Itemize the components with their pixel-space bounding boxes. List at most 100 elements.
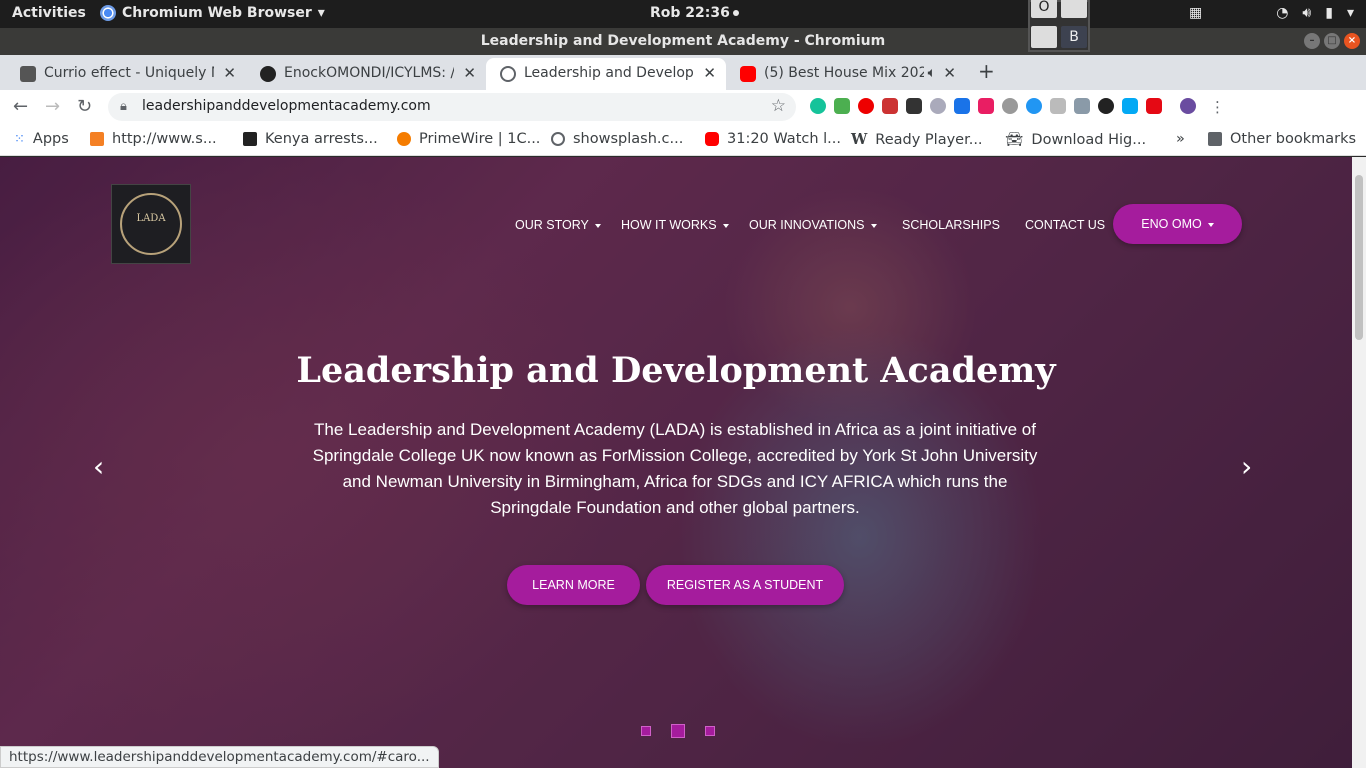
url-text[interactable]: leadershipanddevelopmentacademy.com xyxy=(142,98,431,114)
bookmark-item[interactable]: showsplash.c... xyxy=(551,131,683,147)
globe-icon xyxy=(500,66,516,82)
carousel-prev-icon[interactable]: ‹ xyxy=(93,450,104,483)
other-bookmarks[interactable]: Other bookmarks xyxy=(1208,131,1356,147)
bookmark-apps[interactable]: ⁙ Apps xyxy=(14,131,69,147)
bookmark-item[interactable]: W Ready Player... xyxy=(851,131,983,148)
bookmark-item[interactable]: PrimeWire | 1C... xyxy=(397,131,540,147)
bookmark-item[interactable]: 🚘︎ Download Hig... xyxy=(1005,131,1147,149)
gnome-top-bar: Activities Chromium Web Browser ▾ Rob 22… xyxy=(0,0,1366,28)
window-title: Leadership and Development Academy - Chr… xyxy=(480,33,886,49)
grammarly-icon[interactable] xyxy=(810,98,826,114)
carousel-indicator[interactable] xyxy=(641,726,651,736)
back-icon[interactable]: ← xyxy=(13,96,28,117)
forward-icon[interactable]: → xyxy=(45,96,60,117)
user-menu-button[interactable]: ENO OMO xyxy=(1113,204,1242,244)
chromium-icon xyxy=(100,5,116,21)
extension-icon[interactable] xyxy=(954,98,970,114)
bookmark-item[interactable]: 31:20 Watch l... xyxy=(705,131,841,147)
workspace-4[interactable]: B xyxy=(1061,26,1087,48)
stackoverflow-icon xyxy=(90,132,104,146)
bookmark-label: Kenya arrests... xyxy=(265,131,378,147)
new-tab-button[interactable]: + xyxy=(978,59,995,83)
bookmark-star-icon[interactable]: ☆ xyxy=(771,96,786,116)
bookmark-item[interactable]: http://www.s... xyxy=(90,131,217,147)
extension-icon[interactable] xyxy=(858,98,874,114)
extension-icon[interactable] xyxy=(906,98,922,114)
link-status-bar: https://www.leadershipanddevelopmentacad… xyxy=(0,746,439,768)
workspace-switcher[interactable]: O B xyxy=(1028,0,1090,52)
reload-icon[interactable]: ↻ xyxy=(77,96,92,117)
curio-icon xyxy=(20,66,36,82)
lock-icon[interactable]: 🔒︎ xyxy=(120,99,127,114)
tab-youtube[interactable]: (5) Best House Mix 202 🔈︎ ✕ xyxy=(726,58,966,90)
carousel-indicators xyxy=(641,724,715,738)
workspace-grid-icon[interactable]: ▦ xyxy=(1189,5,1202,21)
hero-title: Leadership and Development Academy xyxy=(296,350,1056,391)
primewire-icon xyxy=(397,132,411,146)
carousel-indicator[interactable] xyxy=(705,726,715,736)
site-logo[interactable]: LADA xyxy=(111,184,191,264)
workspace-1[interactable]: O xyxy=(1031,0,1057,18)
clock[interactable]: Rob 22:36 xyxy=(650,5,739,21)
bbc-icon xyxy=(243,132,257,146)
close-tab-icon[interactable]: ✕ xyxy=(223,58,236,88)
more-bookmarks-icon[interactable]: » xyxy=(1176,131,1185,147)
bookmarks-bar: ⁙ Apps http://www.s... Kenya arrests... … xyxy=(0,124,1366,156)
extension-icon[interactable] xyxy=(1026,98,1042,114)
notification-dot-icon xyxy=(732,10,739,16)
activities-button[interactable]: Activities xyxy=(12,5,86,21)
tab-github[interactable]: EnockOMONDI/ICYLMS: / ✕ xyxy=(246,58,486,90)
extension-icon[interactable] xyxy=(978,98,994,114)
tab-curio[interactable]: Currio effect - Uniquely M ✕ xyxy=(6,58,246,90)
page-scrollbar[interactable] xyxy=(1352,157,1366,768)
system-tray[interactable]: ▦ ◔ 🔊︎ ▮ ▾ xyxy=(1189,5,1354,21)
workspace-2[interactable] xyxy=(1061,0,1087,18)
caret-down-icon xyxy=(722,223,729,228)
close-icon[interactable]: × xyxy=(1344,33,1360,49)
extension-icon[interactable] xyxy=(930,98,946,114)
scrollbar-thumb[interactable] xyxy=(1355,175,1363,340)
close-tab-icon[interactable]: ✕ xyxy=(463,58,476,88)
extension-icon[interactable] xyxy=(1122,98,1138,114)
menu-dots-icon[interactable]: ⋮ xyxy=(1210,98,1225,116)
nav-how-it-works[interactable]: HOW IT WORKS xyxy=(621,218,729,232)
extension-icon[interactable] xyxy=(1050,98,1066,114)
maximize-icon[interactable]: □ xyxy=(1324,33,1340,49)
extensions-row: ⋮ xyxy=(810,98,1225,116)
car-icon: 🚘︎ xyxy=(1005,132,1024,148)
caret-down-icon xyxy=(870,223,877,228)
download-icon[interactable] xyxy=(1074,98,1090,114)
globe-icon[interactable] xyxy=(1002,98,1018,114)
battery-icon: ▮ xyxy=(1325,5,1333,21)
logo-ring xyxy=(120,193,182,255)
netflix-icon[interactable] xyxy=(1146,98,1162,114)
learn-more-button[interactable]: LEARN MORE xyxy=(507,565,640,605)
bookmark-label: Other bookmarks xyxy=(1230,131,1357,147)
tab-label: Leadership and Develop xyxy=(524,65,694,81)
avatar[interactable] xyxy=(1180,98,1196,114)
bookmark-item[interactable]: Kenya arrests... xyxy=(243,131,378,147)
close-tab-icon[interactable]: ✕ xyxy=(703,58,716,88)
carousel-indicator-active[interactable] xyxy=(671,724,685,738)
app-menu[interactable]: Chromium Web Browser ▾ xyxy=(100,5,325,21)
audio-icon[interactable]: 🔈︎ xyxy=(928,58,936,88)
register-student-button[interactable]: REGISTER AS A STUDENT xyxy=(646,565,844,605)
github-icon xyxy=(260,66,276,82)
carousel-next-icon[interactable]: › xyxy=(1241,450,1252,483)
nav-scholarships[interactable]: SCHOLARSHIPS xyxy=(902,218,1000,232)
nav-our-innovations[interactable]: OUR INNOVATIONS xyxy=(749,218,877,232)
workspace-3[interactable] xyxy=(1031,26,1057,48)
minimize-icon[interactable]: – xyxy=(1304,33,1320,49)
close-tab-icon[interactable]: ✕ xyxy=(943,58,956,88)
tab-lada[interactable]: Leadership and Develop ✕ xyxy=(486,58,726,90)
nav-contact-us[interactable]: CONTACT US xyxy=(1025,218,1105,232)
extension-icon[interactable] xyxy=(882,98,898,114)
app-menu-label: Chromium Web Browser xyxy=(122,5,312,21)
logo-text: LADA xyxy=(136,213,166,224)
address-bar[interactable]: 🔒︎ leadershipanddevelopmentacademy.com ☆ xyxy=(108,93,796,121)
extension-icon[interactable] xyxy=(1098,98,1114,114)
caret-down-icon xyxy=(1207,222,1214,227)
extension-icon[interactable] xyxy=(834,98,850,114)
bookmark-label: Download Hig... xyxy=(1031,131,1147,148)
nav-our-story[interactable]: OUR STORY xyxy=(515,218,601,232)
